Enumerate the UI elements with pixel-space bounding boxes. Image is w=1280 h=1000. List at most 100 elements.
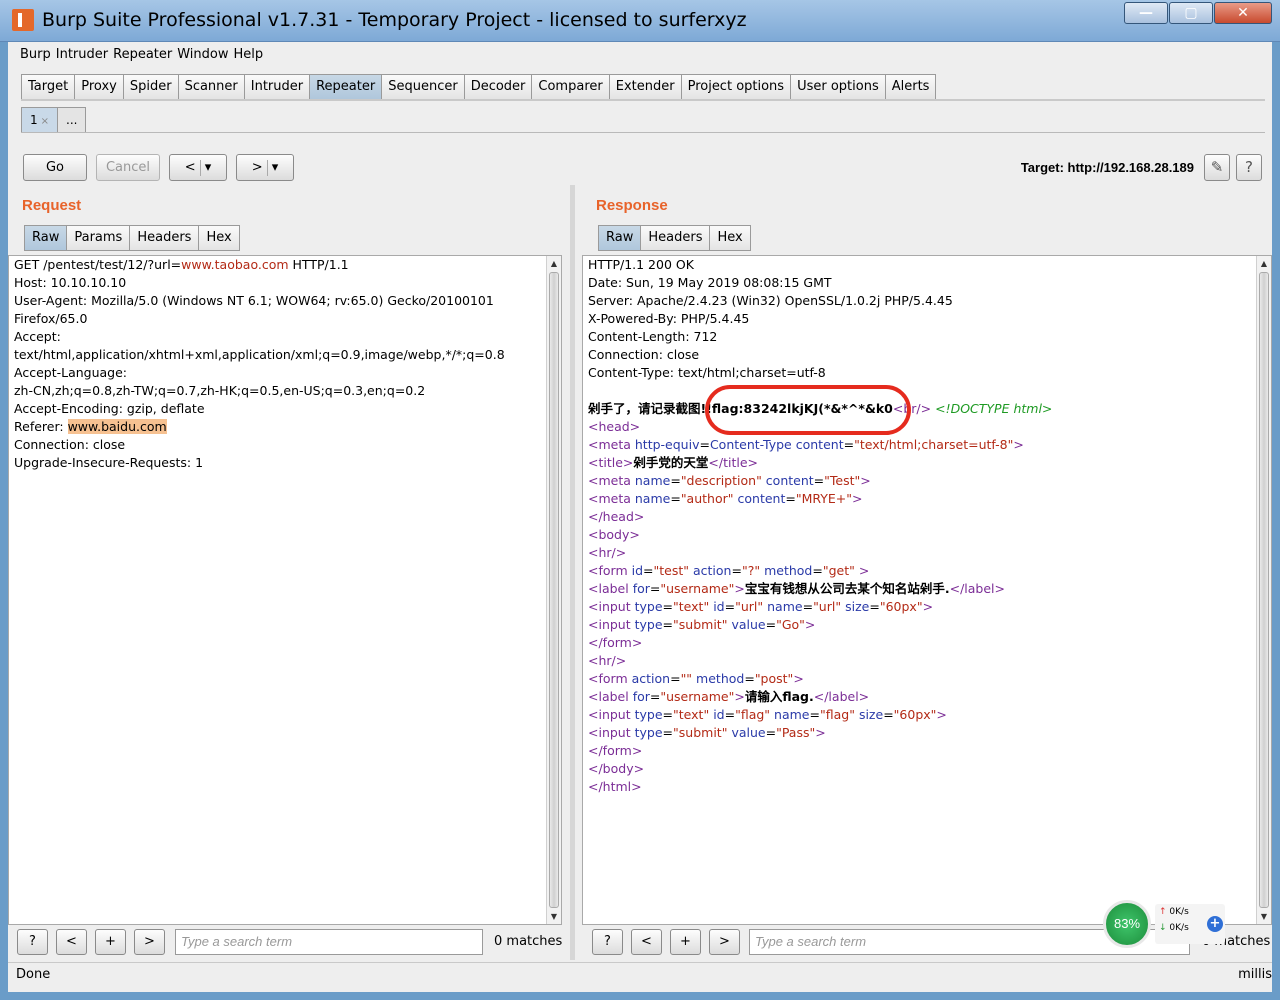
cpu-percent-badge[interactable]: 83% xyxy=(1103,900,1151,948)
network-speed-widget[interactable]: 83% ↑ 0K/s ↓ 0K/s + xyxy=(1103,900,1233,950)
help-icon[interactable]: ? xyxy=(1236,154,1262,181)
menu-burp[interactable]: Burp xyxy=(8,42,51,68)
response-tab-hex[interactable]: Hex xyxy=(710,225,751,251)
tab-user-options[interactable]: User options xyxy=(791,74,886,100)
tab-project-options[interactable]: Project options xyxy=(681,74,792,100)
tab-repeater[interactable]: Repeater xyxy=(310,74,383,100)
repeater-tabs: 1 × ... xyxy=(21,107,87,133)
response-header: X-Powered-By: PHP/5.4.45 xyxy=(588,311,750,326)
tab-intruder[interactable]: Intruder xyxy=(244,74,311,100)
request-tab-raw[interactable]: Raw xyxy=(24,225,68,251)
scroll-down-icon[interactable]: ▼ xyxy=(547,909,561,924)
response-header: HTTP/1.1 200 OK xyxy=(588,257,694,272)
request-tab-headers[interactable]: Headers xyxy=(130,225,200,251)
response-tab-raw[interactable]: Raw xyxy=(598,225,642,251)
cancel-button[interactable]: Cancel xyxy=(96,154,160,181)
tab-decoder[interactable]: Decoder xyxy=(464,74,533,100)
edit-target-icon[interactable]: ✎ xyxy=(1204,154,1230,181)
scroll-up-icon[interactable]: ▲ xyxy=(547,256,561,271)
response-search-add-button[interactable]: + xyxy=(670,929,701,955)
response-search-next-button[interactable]: > xyxy=(709,929,740,955)
request-search-help-button[interactable]: ? xyxy=(17,929,48,955)
response-search-prev-button[interactable]: < xyxy=(631,929,662,955)
html-line: <body> xyxy=(588,527,640,542)
repeater-tab-1[interactable]: 1 × xyxy=(21,107,59,133)
request-line: Accept: xyxy=(14,329,61,344)
split-pane-divider[interactable] xyxy=(570,185,575,960)
new-tab-button[interactable]: ... xyxy=(57,107,87,133)
request-search-input[interactable]: Type a search term xyxy=(175,929,483,955)
subtab-divider xyxy=(21,132,1265,133)
html-line: <form id="test" action="?" method="get" … xyxy=(588,563,870,578)
back-arrow-icon: < xyxy=(184,160,196,175)
html-line: <form action="" method="post"> xyxy=(588,671,804,686)
response-header: Content-Length: 712 xyxy=(588,329,718,344)
window-title: Burp Suite Professional v1.7.31 - Tempor… xyxy=(42,9,747,31)
plus-icon[interactable]: + xyxy=(1207,916,1223,932)
request-search-prev-button[interactable]: < xyxy=(56,929,87,955)
tab-scanner[interactable]: Scanner xyxy=(178,74,245,100)
close-button[interactable]: ✕ xyxy=(1214,2,1272,24)
app-window: Burp Intruder Repeater Window Help Target Pr… xyxy=(8,42,1272,992)
forward-button[interactable]: > ▾ xyxy=(236,154,294,181)
maximize-button[interactable]: ▢ xyxy=(1169,2,1213,24)
html-line: </head> xyxy=(588,509,645,524)
status-bar: Done millis xyxy=(8,962,1272,990)
html-line: </body> xyxy=(588,761,645,776)
request-editor[interactable]: GET /pentest/test/12/?url=www.taobao.com… xyxy=(8,255,562,925)
tab-divider xyxy=(21,99,1265,101)
download-arrow-icon: ↓ xyxy=(1159,923,1167,933)
back-button[interactable]: < ▾ xyxy=(169,154,227,181)
forward-dropdown-icon: ▾ xyxy=(271,160,279,175)
html-line: <head> xyxy=(588,419,641,434)
response-header: Content-Type: text/html;charset=utf-8 xyxy=(588,365,826,380)
response-header: Date: Sun, 19 May 2019 08:08:15 GMT xyxy=(588,275,832,290)
scroll-thumb[interactable] xyxy=(549,272,559,908)
tab-extender[interactable]: Extender xyxy=(609,74,682,100)
upload-arrow-icon: ↑ xyxy=(1159,907,1167,917)
minimize-button[interactable]: — xyxy=(1124,2,1168,24)
response-editor[interactable]: HTTP/1.1 200 OK Date: Sun, 19 May 2019 0… xyxy=(582,255,1272,925)
url-param-value: www.taobao.com xyxy=(181,257,289,272)
html-line: <meta name="description" content="Test"> xyxy=(588,473,871,488)
request-line: Accept-Language: xyxy=(14,365,128,380)
burp-logo-icon xyxy=(12,9,34,31)
request-search-add-button[interactable]: + xyxy=(95,929,126,955)
tab-target[interactable]: Target xyxy=(21,74,76,100)
request-line: Referer: www.baidu.com xyxy=(14,419,167,434)
request-matches: 0 matches xyxy=(494,934,563,949)
request-line: User-Agent: Mozilla/5.0 (Windows NT 6.1;… xyxy=(14,293,494,308)
request-tab-params[interactable]: Params xyxy=(67,225,131,251)
request-line: GET /pentest/test/12/?url=www.taobao.com… xyxy=(14,257,349,272)
download-speed: 0K/s xyxy=(1169,923,1189,933)
request-line: Host: 10.10.10.10 xyxy=(14,275,127,290)
menu-window[interactable]: Window xyxy=(172,42,228,68)
title-bar: Burp Suite Professional v1.7.31 - Tempor… xyxy=(0,0,1280,42)
response-scrollbar[interactable]: ▲ ▼ xyxy=(1256,256,1271,924)
tab-proxy[interactable]: Proxy xyxy=(75,74,124,100)
status-text: Done xyxy=(16,967,51,982)
request-search-next-button[interactable]: > xyxy=(134,929,165,955)
status-millis: millis xyxy=(1238,967,1272,982)
go-button[interactable]: Go xyxy=(23,154,87,181)
request-tab-hex[interactable]: Hex xyxy=(199,225,240,251)
tab-comparer[interactable]: Comparer xyxy=(532,74,610,100)
scroll-up-icon[interactable]: ▲ xyxy=(1257,256,1271,271)
html-line: <hr/> xyxy=(588,653,627,668)
response-tab-headers[interactable]: Headers xyxy=(641,225,711,251)
scroll-thumb[interactable] xyxy=(1259,272,1269,908)
close-tab-icon[interactable]: × xyxy=(41,116,49,127)
response-search-help-button[interactable]: ? xyxy=(592,929,623,955)
html-line: <input type="submit" value="Pass"> xyxy=(588,725,826,740)
request-title: Request xyxy=(22,197,82,214)
tab-alerts[interactable]: Alerts xyxy=(885,74,937,100)
menu-repeater[interactable]: Repeater xyxy=(108,42,172,68)
scroll-down-icon[interactable]: ▼ xyxy=(1257,909,1271,924)
menu-intruder[interactable]: Intruder xyxy=(51,42,108,68)
tab-sequencer[interactable]: Sequencer xyxy=(382,74,465,100)
html-line: </form> xyxy=(588,743,643,758)
menu-help[interactable]: Help xyxy=(229,42,264,68)
request-scrollbar[interactable]: ▲ ▼ xyxy=(546,256,561,924)
tab-spider[interactable]: Spider xyxy=(123,74,179,100)
html-line: </html> xyxy=(588,779,642,794)
